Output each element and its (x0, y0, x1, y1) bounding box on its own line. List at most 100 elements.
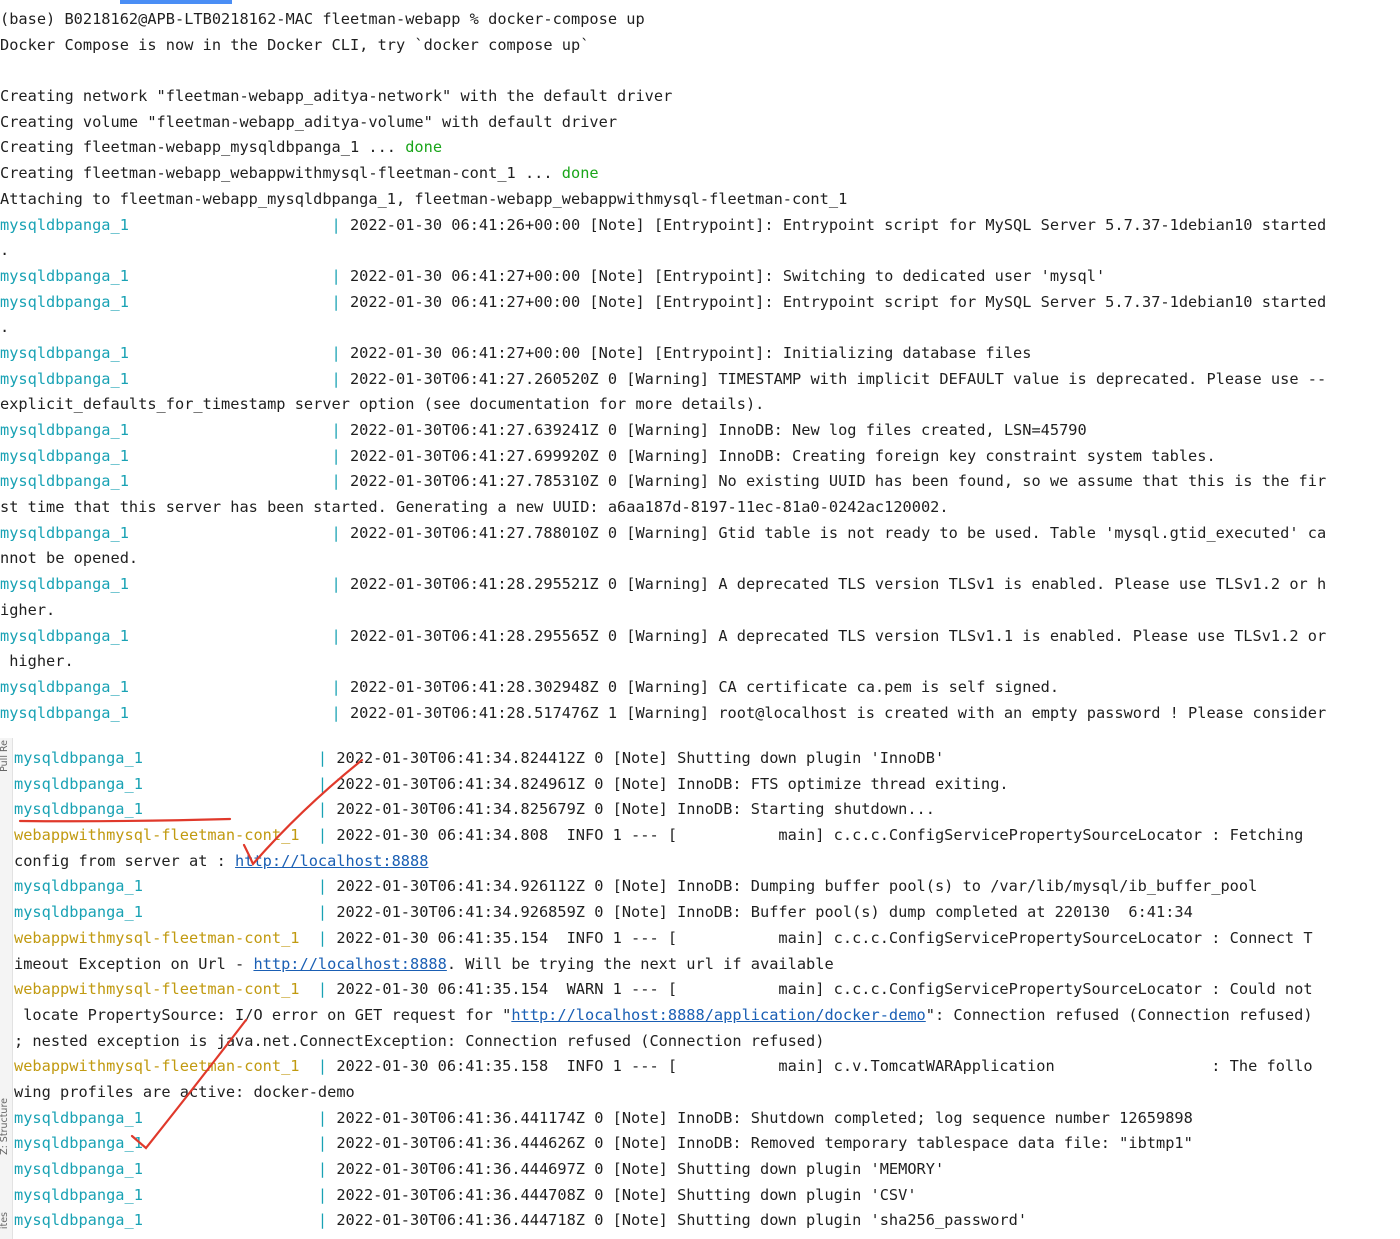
log-text: Docker Compose is now in the Docker CLI,… (0, 35, 590, 54)
service-name: webappwithmysql-fleetman-cont_1 (14, 928, 300, 947)
log-line: igher. (0, 598, 1400, 624)
log-text: igher. (0, 600, 56, 619)
log-separator: | (142, 1134, 337, 1153)
log-text: ": Connection refused (Connection refuse… (925, 1005, 1313, 1024)
log-line: nnot be opened. (0, 546, 1400, 572)
log-message: 2022-01-30T06:41:27.699920Z 0 [Warning] … (349, 446, 1216, 465)
log-text: imeout Exception on Url - (14, 954, 254, 973)
log-separator: | (299, 826, 337, 845)
log-separator: | (128, 446, 350, 465)
log-line: webappwithmysql-fleetman-cont_1 | 2022-0… (14, 977, 1400, 1003)
log-text: Creating fleetman-webapp_webappwithmysql… (0, 164, 562, 183)
side-tab-pull-requests[interactable]: Pull Re (0, 740, 10, 772)
tool-window-strip: Pull Re Z: Structure ites (0, 738, 13, 1239)
log-line: Attaching to fleetman-webapp_mysqldbpang… (0, 187, 1400, 213)
service-name: mysqldbpanga_1 (0, 421, 129, 439)
log-separator: | (142, 877, 337, 896)
service-name: mysqldbpanga_1 (14, 1160, 143, 1178)
service-name: mysqldbpanga_1 (0, 215, 129, 234)
log-line: mysqldbpanga_1 | 2022-01-30T06:41:27.699… (0, 444, 1400, 470)
log-message: 2022-01-30 06:41:27+00:00 [Note] [Entryp… (349, 292, 1327, 311)
log-line: mysqldbpanga_1 | 2022-01-30T06:41:34.824… (14, 746, 1400, 772)
log-line: webappwithmysql-fleetman-cont_1 | 2022-0… (14, 823, 1400, 849)
log-separator: | (142, 774, 337, 793)
log-text: locate PropertySource: I/O error on GET … (14, 1005, 512, 1024)
log-separator: | (142, 1185, 337, 1204)
service-name: mysqldbpanga_1 (0, 703, 129, 722)
log-line: Creating fleetman-webapp_webappwithmysql… (0, 161, 1400, 187)
log-line: mysqldbpanga_1 | 2022-01-30T06:41:36.444… (14, 1157, 1400, 1183)
log-line: mysqldbpanga_1 | 2022-01-30T06:41:36.441… (14, 1106, 1400, 1132)
log-message: 2022-01-30T06:41:28.517476Z 1 [Warning] … (349, 703, 1327, 722)
log-line: Creating network "fleetman-webapp_aditya… (0, 84, 1400, 110)
log-separator: | (142, 749, 337, 767)
log-line: mysqldbpanga_1 | 2022-01-30 06:41:27+00:… (0, 341, 1400, 367)
log-line: imeout Exception on Url - http://localho… (14, 952, 1400, 978)
service-name: mysqldbpanga_1 (0, 626, 129, 645)
log-message: 2022-01-30T06:41:36.444708Z 0 [Note] Shu… (336, 1185, 917, 1204)
log-line: mysqldbpanga_1 | 2022-01-30T06:41:34.926… (14, 900, 1400, 926)
log-line: mysqldbpanga_1 | 2022-01-30T06:41:28.295… (0, 572, 1400, 598)
log-separator: | (142, 1108, 337, 1127)
log-message: 2022-01-30T06:41:28.302948Z 0 [Warning] … (349, 677, 1060, 696)
log-text: Creating volume "fleetman-webapp_aditya-… (0, 112, 618, 131)
log-link[interactable]: http://localhost:8888/application/docker… (511, 1006, 925, 1024)
log-text: (base) B0218162@APB-LTB0218162-MAC fleet… (0, 10, 645, 28)
service-name: mysqldbpanga_1 (14, 1134, 143, 1153)
log-separator: | (142, 903, 337, 922)
log-message: 2022-01-30T06:41:34.824961Z 0 [Note] Inn… (336, 774, 1009, 793)
log-separator: | (299, 980, 337, 999)
side-tab-favorites[interactable]: ites (0, 1212, 10, 1229)
log-message: 2022-01-30 06:41:27+00:00 [Note] [Entryp… (349, 266, 1106, 285)
log-message: 2022-01-30 06:41:34.808 INFO 1 --- [ mai… (336, 826, 1304, 845)
log-line: mysqldbpanga_1 | 2022-01-30T06:41:27.639… (0, 418, 1400, 444)
log-line: ; nested exception is java.net.ConnectEx… (14, 1029, 1400, 1055)
log-message: 2022-01-30T06:41:36.444626Z 0 [Note] Inn… (336, 1134, 1193, 1153)
service-name: mysqldbpanga_1 (14, 1211, 143, 1230)
log-message: 2022-01-30 06:41:35.158 INFO 1 --- [ mai… (336, 1057, 1313, 1076)
log-line: mysqldbpanga_1 | 2022-01-30T06:41:28.517… (0, 701, 1400, 727)
terminal-output-bottom[interactable]: mysqldbpanga_1 | 2022-01-30T06:41:34.824… (14, 746, 1400, 1239)
log-line: mysqldbpanga_1 | 2022-01-30T06:41:27.260… (0, 367, 1400, 393)
log-text: higher. (0, 652, 74, 671)
log-separator: | (128, 575, 350, 594)
log-line: (base) B0218162@APB-LTB0218162-MAC fleet… (0, 7, 1400, 33)
log-message: 2022-01-30T06:41:36.444697Z 0 [Note] Shu… (336, 1160, 945, 1178)
log-separator: | (142, 800, 337, 819)
service-name: mysqldbpanga_1 (0, 472, 129, 491)
log-line: mysqldbpanga_1 | 2022-01-30T06:41:34.824… (14, 772, 1400, 798)
log-separator: | (128, 626, 350, 645)
log-text: explicit_defaults_for_timestamp server o… (0, 395, 765, 414)
log-message: 2022-01-30T06:41:28.295565Z 0 [Warning] … (349, 626, 1327, 645)
tab-accent-bar (120, 0, 232, 4)
service-name: mysqldbpanga_1 (0, 446, 129, 465)
log-line: mysqldbpanga_1 | 2022-01-30T06:41:36.444… (14, 1183, 1400, 1209)
service-name: mysqldbpanga_1 (14, 1185, 143, 1204)
terminal-output-top[interactable]: (base) B0218162@APB-LTB0218162-MAC fleet… (0, 7, 1400, 734)
service-name: mysqldbpanga_1 (14, 903, 143, 922)
log-separator: | (128, 292, 350, 311)
log-message: 2022-01-30T06:41:34.926859Z 0 [Note] Inn… (336, 903, 1193, 922)
log-line: webappwithmysql-fleetman-cont_1 | 2022-0… (14, 926, 1400, 952)
log-line: config from server at : http://localhost… (14, 849, 1400, 875)
service-name: webappwithmysql-fleetman-cont_1 (14, 1057, 300, 1076)
log-line: mysqldbpanga_1 | 2022-01-30 06:41:26+00:… (0, 213, 1400, 239)
log-link[interactable]: http://localhost:8888 (253, 955, 446, 973)
service-name: webappwithmysql-fleetman-cont_1 (14, 826, 300, 845)
log-message: 2022-01-30T06:41:34.824412Z 0 [Note] Shu… (336, 749, 945, 767)
log-line: locate PropertySource: I/O error on GET … (14, 1003, 1400, 1029)
log-link[interactable]: http://localhost:8888 (235, 852, 428, 870)
side-tab-structure[interactable]: Z: Structure (0, 1098, 10, 1155)
log-separator: | (128, 677, 350, 696)
service-name: mysqldbpanga_1 (0, 266, 129, 285)
log-message: 2022-01-30 06:41:27+00:00 [Note] [Entryp… (349, 343, 1032, 362)
log-text: . (0, 241, 10, 260)
log-text: st time that this server has been starte… (0, 498, 949, 517)
log-line: . (0, 238, 1400, 264)
log-line: wing profiles are active: docker-demo (14, 1080, 1400, 1106)
log-line: mysqldbpanga_1 | 2022-01-30T06:41:34.825… (14, 797, 1400, 823)
log-separator: | (299, 1057, 337, 1076)
log-message: 2022-01-30T06:41:28.295521Z 0 [Warning] … (349, 575, 1327, 594)
log-text: Attaching to fleetman-webapp_mysqldbpang… (0, 189, 848, 208)
service-name: mysqldbpanga_1 (0, 292, 129, 311)
